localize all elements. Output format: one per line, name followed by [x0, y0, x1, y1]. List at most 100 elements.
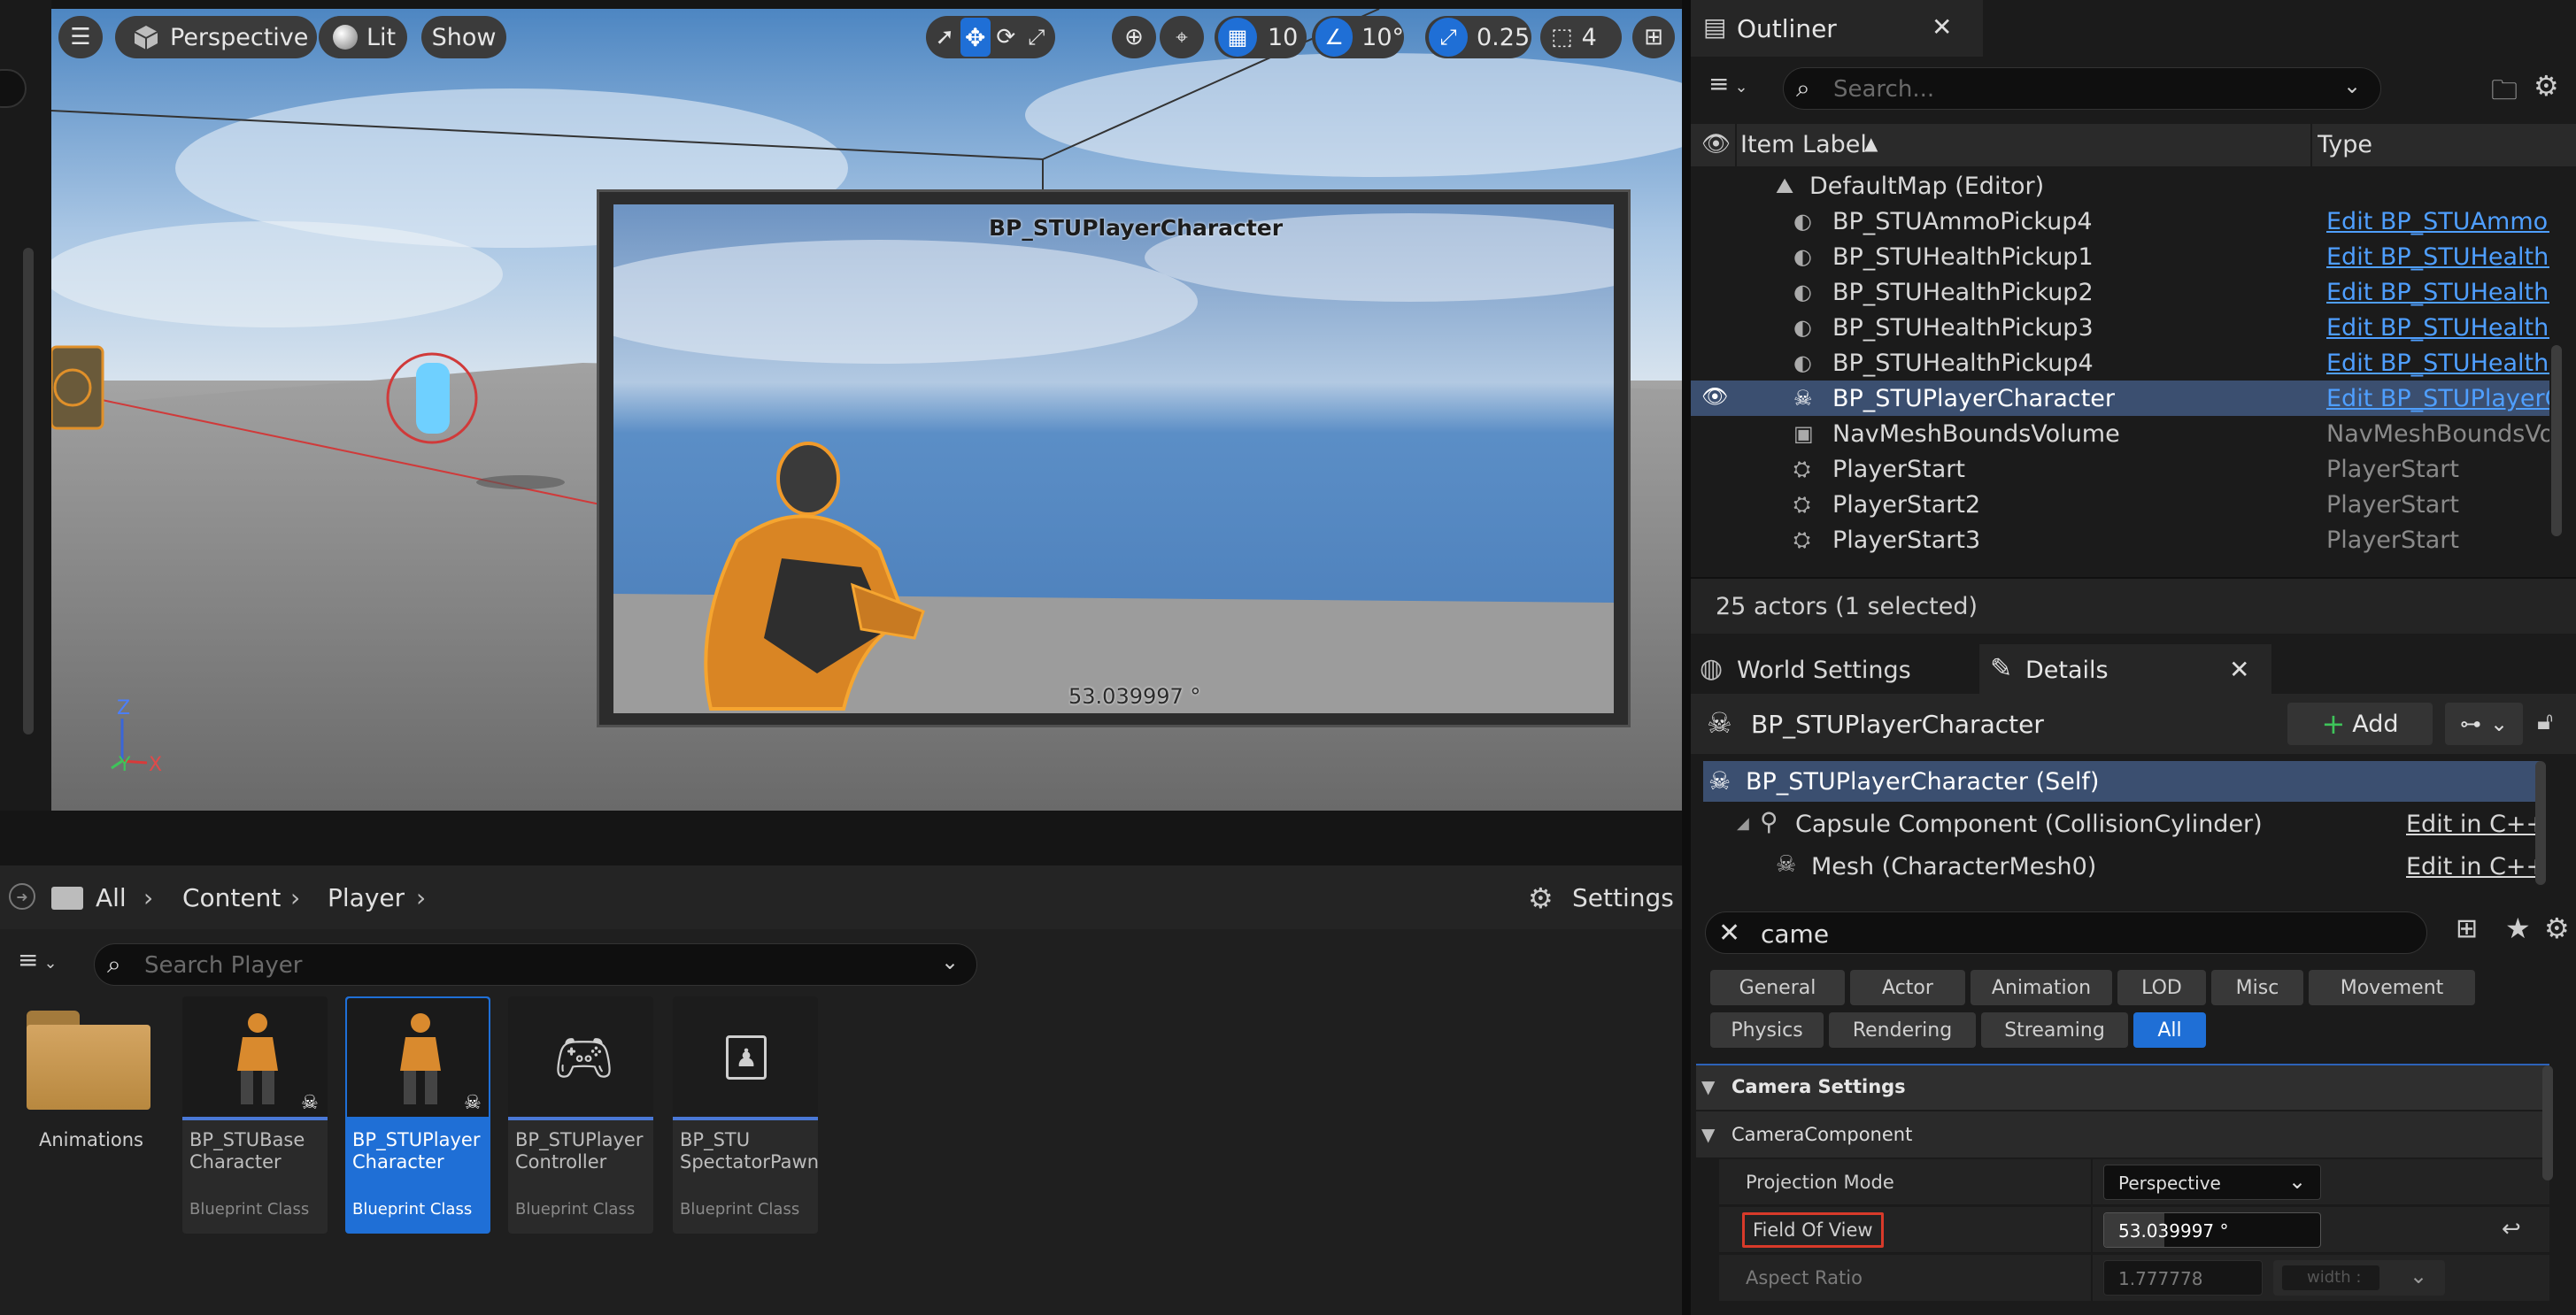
camera-component-section[interactable]: ▼ CameraComponent [1696, 1111, 2549, 1157]
outliner-filter-dropdown[interactable]: ≡ ⌄ [1708, 69, 1770, 108]
asset-search-box[interactable]: ⌕ Search Player ⌄ [94, 943, 977, 986]
new-folder-icon[interactable]: 🗀︎ [2491, 71, 2518, 116]
component-row-self[interactable]: ☠ BP_STUPlayerCharacter (Self) [1703, 761, 2541, 802]
item-type-link[interactable]: Edit BP_STUHealthF [2326, 279, 2549, 306]
filter-button[interactable]: Animation [1971, 970, 2112, 1005]
viewport-layout-button[interactable]: ⊞ [1632, 16, 1675, 58]
list-item[interactable]: ◐ BP_STUAmmoPickup4 Edit BP_STUAmmoF [1691, 204, 2549, 239]
world-local-button[interactable]: ⊕ [1112, 16, 1156, 58]
list-item[interactable]: ▣ NavMeshBoundsVolume NavMeshBoundsVol [1691, 416, 2549, 451]
details-search-box[interactable]: ✕ came [1705, 911, 2427, 954]
camera-settings-section[interactable]: ▼ Camera Settings [1696, 1064, 2549, 1110]
component-hierarchy-button[interactable]: ⊶ ⌄ [2445, 703, 2523, 745]
aspect-ratio-preset-dropdown[interactable]: width : ⌄ [2273, 1260, 2445, 1296]
left-collapsed-pill[interactable] [0, 69, 27, 108]
filter-button-active[interactable]: All [2133, 1012, 2206, 1048]
details-tab[interactable]: ✎ Details ✕ [1979, 644, 2271, 694]
filter-button[interactable]: Actor [1850, 970, 1965, 1005]
list-item[interactable]: ⛭ PlayerStart PlayerStart [1691, 451, 2549, 487]
table-view-icon[interactable]: ⊞ [2456, 913, 2478, 944]
aspect-ratio-input[interactable]: 1.777778 [2103, 1260, 2263, 1296]
breadcrumb-content[interactable]: Content [182, 883, 281, 912]
list-item-selected[interactable]: 👁︎ ☠ BP_STUPlayerCharacter Edit BP_STUPlaye… [1691, 381, 2549, 416]
item-type-link[interactable]: Edit BP_STUHealthF [2326, 243, 2549, 271]
filter-dropdown[interactable]: ≡ ⌄ [18, 945, 80, 984]
panel-divider[interactable] [0, 811, 1682, 865]
edit-in-cpp-link[interactable]: Edit in C++ [2406, 853, 2546, 881]
left-scrollbar[interactable] [23, 248, 34, 734]
filter-button[interactable]: Rendering [1829, 1012, 1976, 1048]
settings-gear-icon[interactable]: ⚙ [1528, 881, 1554, 915]
components-scrollbar[interactable] [2535, 761, 2546, 885]
item-type-link[interactable]: Edit BP_STUAmmoF [2326, 208, 2549, 235]
camera-speed-button[interactable]: ⬚ 4 [1540, 16, 1622, 58]
list-item[interactable]: ◐ BP_STUHealthPickup3 Edit BP_STUHealthF [1691, 310, 2549, 345]
chevron-down-icon[interactable]: ⌄ [2343, 73, 2361, 98]
world-settings-tab[interactable]: ◍ World Settings [1691, 644, 1979, 694]
reset-to-default-icon[interactable]: ↩ [2502, 1216, 2521, 1242]
filter-button[interactable]: General [1710, 970, 1845, 1005]
list-item[interactable]: ⛭ PlayerStart2 PlayerStart [1691, 487, 2549, 522]
outliner-scrollbar[interactable] [2551, 345, 2562, 536]
col-type[interactable]: Type [2318, 131, 2372, 158]
asset-tile-folder[interactable]: Animations [18, 996, 165, 1173]
item-type-link[interactable]: Edit BP_STUHealthF [2326, 350, 2549, 377]
list-item[interactable]: ◐ BP_STUHealthPickup4 Edit BP_STUHealthF [1691, 345, 2549, 381]
level-viewport[interactable]: BP_STUPlayerCharacter 53.039997 ° Z Y X … [51, 9, 1682, 811]
rotate-tool-icon[interactable]: ⟳ [991, 18, 1022, 57]
angle-snap-button[interactable]: ∠ 10° [1312, 16, 1404, 58]
visibility-eye-icon[interactable]: 👁︎ [1701, 384, 1728, 409]
chevron-down-icon[interactable]: ⌄ [941, 950, 959, 974]
asset-tile[interactable]: ♟ BP_STU SpectatorPawn Blueprint Class [673, 996, 819, 1234]
item-type-link[interactable]: Edit BP_STUHealthF [2326, 314, 2549, 342]
perspective-button[interactable]: Perspective [115, 16, 317, 58]
scale-snap-button[interactable]: ⤢ 0.25 [1425, 16, 1531, 58]
history-icon[interactable]: ➜ [9, 883, 35, 910]
scale-tool-icon[interactable]: ⤢ [1022, 18, 1053, 57]
asset-tile[interactable]: ☠ BP_STUBase Character Blueprint Class [182, 996, 328, 1234]
grid-snap-button[interactable]: ▦ 10 [1215, 16, 1307, 58]
viewport-menu-button[interactable]: ☰ [58, 16, 103, 58]
edit-in-cpp-link[interactable]: Edit in C++ [2406, 811, 2546, 838]
expand-triangle-icon[interactable]: ◢ [1737, 814, 1749, 833]
gear-icon[interactable]: ⚙ [2534, 69, 2559, 103]
list-item[interactable]: ◐ BP_STUHealthPickup1 Edit BP_STUHealthF [1691, 239, 2549, 274]
left-strip [0, 0, 51, 814]
breadcrumb-player[interactable]: Player [328, 883, 405, 912]
asset-tile-selected[interactable]: ☠ BP_STUPlayer Character Blueprint Class [345, 996, 490, 1234]
projection-mode-dropdown[interactable]: Perspective ⌄ [2103, 1165, 2321, 1200]
filter-button[interactable]: Physics [1710, 1012, 1824, 1048]
surface-snap-button[interactable]: ⌖ [1160, 16, 1204, 58]
show-button[interactable]: Show [421, 16, 506, 58]
filter-button[interactable]: Movement [2309, 970, 2475, 1005]
fov-input[interactable]: 53.039997 ° [2103, 1212, 2321, 1248]
gear-icon[interactable]: ⚙ [2544, 911, 2570, 945]
col-item-label[interactable]: Item Label [1740, 131, 1867, 158]
lock-icon[interactable]: 🔓︎ [2537, 706, 2553, 736]
component-row[interactable]: ◢ ⚲ Capsule Component (CollisionCylinder… [1703, 804, 2546, 844]
settings-label[interactable]: Settings [1572, 883, 1674, 912]
list-item-root[interactable]: ⛰ DefaultMap (Editor) [1691, 168, 2549, 204]
star-icon[interactable]: ★ [2505, 911, 2531, 945]
filter-button[interactable]: Streaming [1981, 1012, 2128, 1048]
close-icon[interactable]: ✕ [1932, 12, 1952, 42]
close-icon[interactable]: ✕ [2229, 655, 2249, 684]
add-component-button[interactable]: + Add [2287, 703, 2433, 745]
list-item[interactable]: ⛭ PlayerStart3 PlayerStart [1691, 522, 2549, 558]
lit-button[interactable]: Lit [319, 16, 407, 58]
panel-divider[interactable] [1682, 0, 1691, 1315]
filter-button[interactable]: Misc [2211, 970, 2303, 1005]
item-type-link[interactable]: Edit BP_STUPlayerC [2326, 385, 2549, 412]
outliner-tab[interactable]: ▤ Outliner ✕ [1691, 0, 1983, 57]
filter-button[interactable]: LOD [2117, 970, 2206, 1005]
asset-tile[interactable]: 🎮︎ BP_STUPlayer Controller Blueprint Cla… [508, 996, 653, 1234]
list-item[interactable]: ◐ BP_STUHealthPickup2 Edit BP_STUHealthF [1691, 274, 2549, 310]
visibility-eye-icon[interactable]: 👁︎ [1701, 131, 1731, 158]
move-tool-icon[interactable]: ✥ [960, 18, 991, 57]
outliner-search-box[interactable]: ⌕ Search... ⌄ [1783, 67, 2381, 110]
details-scrollbar[interactable] [2542, 1065, 2553, 1180]
component-row[interactable]: ☠ Mesh (CharacterMesh0) Edit in C++ [1703, 846, 2546, 887]
clear-search-icon[interactable]: ✕ [1718, 918, 1740, 949]
select-tool-icon[interactable]: ➚ [929, 18, 960, 57]
breadcrumb-all[interactable]: All [96, 883, 127, 912]
